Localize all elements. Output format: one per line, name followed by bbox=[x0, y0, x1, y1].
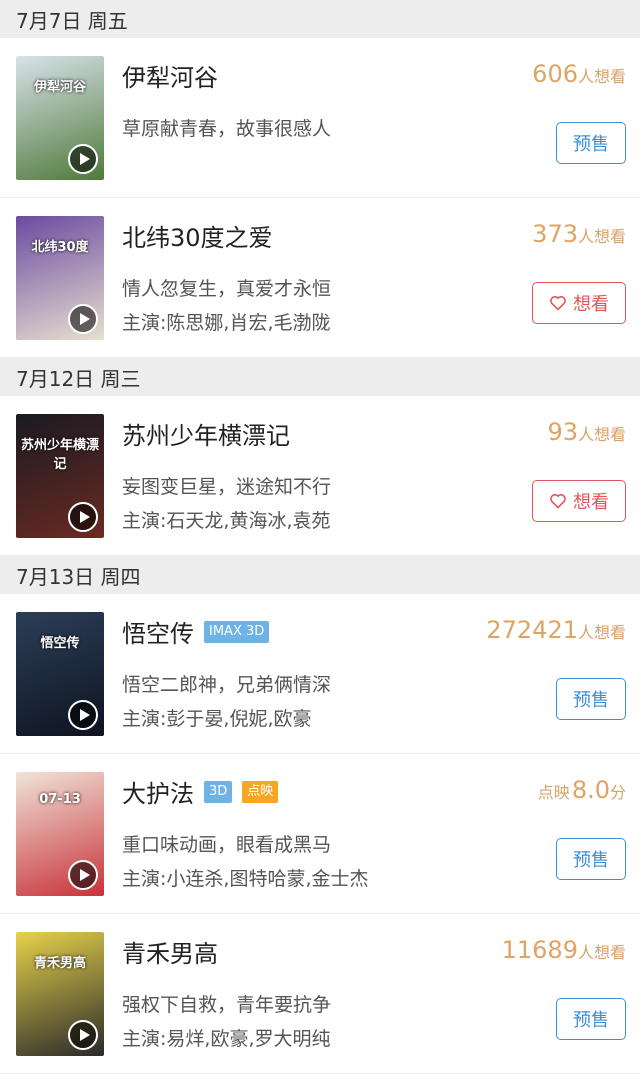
poster-title: 悟空传 bbox=[40, 636, 80, 651]
movie-item[interactable]: 苏州少年横漂记 苏州少年横漂记 93人想看妄图变巨星，迷途知不行 主演:石天龙,黄海冰… bbox=[0, 396, 640, 556]
movie-poster[interactable]: 苏州少年横漂记 bbox=[16, 414, 104, 538]
poster-title: 青禾男高 bbox=[33, 956, 86, 971]
play-icon[interactable] bbox=[68, 1020, 98, 1050]
poster-title: 伊犁河谷 bbox=[33, 80, 86, 95]
movie-title[interactable]: 苏州少年横漂记 bbox=[122, 416, 290, 451]
heart-icon bbox=[550, 494, 566, 509]
presale-button[interactable]: 预售 bbox=[556, 122, 626, 164]
movie-poster[interactable]: 07-13 bbox=[16, 772, 104, 896]
title-row: 大护法 3D 点映 bbox=[122, 774, 279, 809]
presale-button[interactable]: 预售 bbox=[556, 838, 626, 880]
title-row: 青禾男高 bbox=[122, 934, 218, 969]
want-count: 606人想看 bbox=[532, 60, 626, 88]
movie-title[interactable]: 悟空传 bbox=[122, 614, 194, 649]
movie-tagline: 悟空二郎神，兄弟俩情深 bbox=[122, 674, 332, 696]
date-header: 7月12日 周三 bbox=[0, 358, 640, 396]
button-label: 预售 bbox=[573, 850, 609, 871]
play-icon[interactable] bbox=[68, 860, 98, 890]
movie-title[interactable]: 北纬30度之爱 bbox=[122, 218, 273, 253]
movie-title[interactable]: 青禾男高 bbox=[122, 934, 218, 969]
count-suffix: 人想看 bbox=[577, 425, 626, 444]
movie-cast: 主演:小连杀,图特哈蒙,金士杰 bbox=[122, 868, 369, 890]
count-suffix: 人想看 bbox=[577, 623, 626, 642]
date-header: 7月7日 周五 bbox=[0, 0, 640, 38]
title-row: 苏州少年横漂记 bbox=[122, 416, 290, 451]
movie-poster[interactable]: 伊犁河谷 bbox=[16, 56, 104, 180]
count-suffix: 分 bbox=[609, 783, 626, 802]
count-number: 11689 bbox=[501, 936, 578, 964]
want-to-see-button[interactable]: 想看 bbox=[532, 480, 626, 522]
want-count: 373人想看 bbox=[532, 220, 626, 248]
count-suffix: 人想看 bbox=[577, 227, 626, 246]
poster-title: 苏州少年横漂记 bbox=[20, 438, 99, 472]
want-count: 272421人想看 bbox=[486, 616, 626, 644]
movie-item[interactable]: 07-13 大护法 3D 点映 点映8.0分 重口味动画，眼看成黑马 主演:小连杀,图特哈蒙… bbox=[0, 754, 640, 914]
button-label: 预售 bbox=[573, 690, 609, 711]
title-row: 悟空传 IMAX 3D bbox=[122, 614, 270, 649]
presale-button[interactable]: 预售 bbox=[556, 678, 626, 720]
format-badge: 点映 bbox=[242, 780, 279, 803]
movie-title[interactable]: 大护法 bbox=[122, 774, 194, 809]
play-icon[interactable] bbox=[68, 502, 98, 532]
movie-list: 7月7日 周五 伊犁河谷 伊犁河谷 606人想看 草原献青春，故事很感人 预售 北纬30度北… bbox=[0, 0, 640, 1074]
want-count: 93人想看 bbox=[547, 418, 626, 446]
movie-cast: 主演:石天龙,黄海冰,袁苑 bbox=[122, 510, 331, 532]
movie-cast: 主演:彭于晏,倪妮,欧豪 bbox=[122, 708, 312, 730]
presale-button[interactable]: 预售 bbox=[556, 998, 626, 1040]
movie-title[interactable]: 伊犁河谷 bbox=[122, 58, 218, 93]
movie-poster[interactable]: 北纬30度 bbox=[16, 216, 104, 340]
movie-tagline: 重口味动画，眼看成黑马 bbox=[122, 834, 332, 856]
format-badge: IMAX 3D bbox=[204, 620, 270, 643]
button-label: 想看 bbox=[573, 294, 609, 315]
movie-item[interactable]: 悟空传 悟空传 IMAX 3D 272421人想看 悟空二郎神，兄弟俩情深 主演:彭于晏,… bbox=[0, 594, 640, 754]
count-number: 8.0 bbox=[571, 776, 610, 804]
title-row: 伊犁河谷 bbox=[122, 58, 218, 93]
play-icon[interactable] bbox=[68, 700, 98, 730]
count-suffix: 人想看 bbox=[577, 67, 626, 86]
count-prefix: 点映 bbox=[537, 783, 570, 802]
title-row: 北纬30度之爱 bbox=[122, 218, 273, 253]
count-number: 373 bbox=[532, 220, 578, 248]
poster-title: 07-13 bbox=[39, 792, 81, 807]
movie-tagline: 妄图变巨星，迷途知不行 bbox=[122, 476, 332, 498]
count-suffix: 人想看 bbox=[577, 943, 626, 962]
movie-poster[interactable]: 青禾男高 bbox=[16, 932, 104, 1056]
movie-cast: 主演:易烊,欧豪,罗大明纯 bbox=[122, 1028, 331, 1050]
movie-item[interactable]: 青禾男高 青禾男高 11689人想看 强权下自救，青年要抗争 主演:易烊,欧豪,罗大明纯… bbox=[0, 914, 640, 1074]
count-number: 606 bbox=[532, 60, 578, 88]
poster-title: 北纬30度 bbox=[31, 240, 89, 255]
heart-icon bbox=[550, 296, 566, 311]
play-icon[interactable] bbox=[68, 144, 98, 174]
movie-tagline: 情人忽复生，真爱才永恒 bbox=[122, 278, 332, 300]
button-label: 预售 bbox=[573, 1010, 609, 1031]
movie-tagline: 强权下自救，青年要抗争 bbox=[122, 994, 332, 1016]
date-header: 7月13日 周四 bbox=[0, 556, 640, 594]
count-number: 272421 bbox=[486, 616, 578, 644]
movie-item[interactable]: 伊犁河谷 伊犁河谷 606人想看 草原献青春，故事很感人 预售 bbox=[0, 38, 640, 198]
movie-item[interactable]: 北纬30度 北纬30度之爱 373人想看情人忽复生，真爱才永恒 主演:陈思娜,肖宏,毛… bbox=[0, 198, 640, 358]
want-count: 11689人想看 bbox=[502, 936, 626, 964]
play-icon[interactable] bbox=[68, 304, 98, 334]
button-label: 预售 bbox=[573, 134, 609, 155]
format-badge: 3D bbox=[204, 780, 233, 803]
want-to-see-button[interactable]: 想看 bbox=[532, 282, 626, 324]
movie-cast: 主演:陈思娜,肖宏,毛渤陇 bbox=[122, 312, 331, 334]
movie-tagline: 草原献青春，故事很感人 bbox=[122, 118, 332, 140]
button-label: 想看 bbox=[573, 492, 609, 513]
movie-poster[interactable]: 悟空传 bbox=[16, 612, 104, 736]
want-count: 点映8.0分 bbox=[538, 776, 626, 804]
count-number: 93 bbox=[547, 418, 578, 446]
